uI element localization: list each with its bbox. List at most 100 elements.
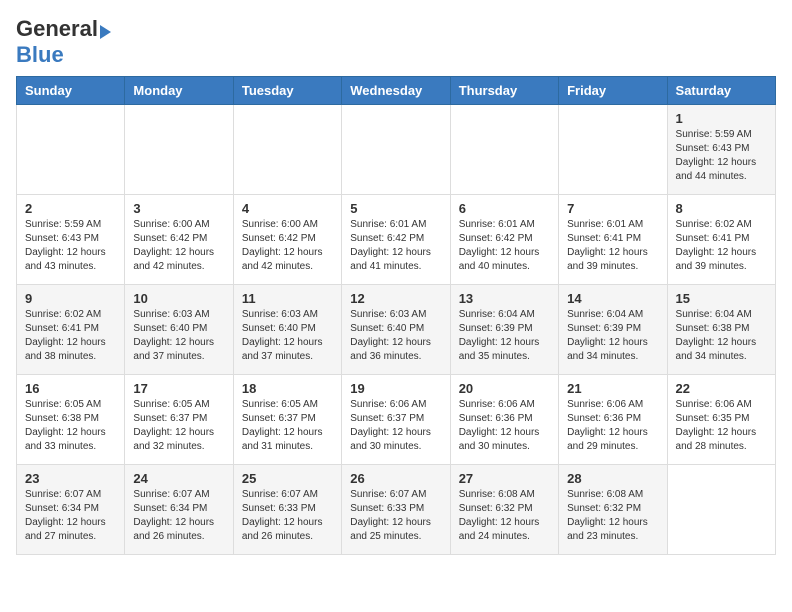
day-number: 1 [676, 111, 767, 126]
day-number: 3 [133, 201, 224, 216]
calendar-week-3: 9 Sunrise: 6:02 AM Sunset: 6:41 PM Daylig… [17, 285, 776, 375]
day-info: Sunrise: 6:05 AM Sunset: 6:37 PM Dayligh… [133, 398, 224, 454]
day-info: Sunrise: 6:08 AM Sunset: 6:32 PM Dayligh… [567, 488, 658, 544]
calendar-cell: 15 Sunrise: 6:04 AM Sunset: 6:38 PM Dayli… [667, 285, 775, 375]
calendar-week-5: 23 Sunrise: 6:07 AM Sunset: 6:34 PM Dayli… [17, 465, 776, 555]
day-number: 5 [350, 201, 441, 216]
logo-blue: Blue [16, 42, 64, 68]
day-number: 10 [133, 291, 224, 306]
day-info: Sunrise: 6:04 AM Sunset: 6:39 PM Dayligh… [459, 308, 550, 364]
day-info: Sunrise: 6:02 AM Sunset: 6:41 PM Dayligh… [25, 308, 116, 364]
calendar-cell [667, 465, 775, 555]
calendar-cell: 2 Sunrise: 5:59 AM Sunset: 6:43 PM Daylig… [17, 195, 125, 285]
day-info: Sunrise: 6:01 AM Sunset: 6:41 PM Dayligh… [567, 218, 658, 274]
calendar-cell: 21 Sunrise: 6:06 AM Sunset: 6:36 PM Dayli… [559, 375, 667, 465]
day-header-tuesday: Tuesday [233, 77, 341, 105]
day-number: 22 [676, 381, 767, 396]
day-number: 13 [459, 291, 550, 306]
calendar-cell: 27 Sunrise: 6:08 AM Sunset: 6:32 PM Dayli… [450, 465, 558, 555]
day-info: Sunrise: 6:06 AM Sunset: 6:36 PM Dayligh… [567, 398, 658, 454]
day-number: 26 [350, 471, 441, 486]
calendar-cell: 18 Sunrise: 6:05 AM Sunset: 6:37 PM Dayli… [233, 375, 341, 465]
day-info: Sunrise: 6:04 AM Sunset: 6:38 PM Dayligh… [676, 308, 767, 364]
calendar-cell [342, 105, 450, 195]
day-number: 9 [25, 291, 116, 306]
day-info: Sunrise: 6:06 AM Sunset: 6:37 PM Dayligh… [350, 398, 441, 454]
calendar-cell: 17 Sunrise: 6:05 AM Sunset: 6:37 PM Dayli… [125, 375, 233, 465]
day-info: Sunrise: 6:07 AM Sunset: 6:34 PM Dayligh… [25, 488, 116, 544]
calendar-cell: 11 Sunrise: 6:03 AM Sunset: 6:40 PM Dayli… [233, 285, 341, 375]
day-info: Sunrise: 6:07 AM Sunset: 6:33 PM Dayligh… [350, 488, 441, 544]
calendar-cell [233, 105, 341, 195]
logo-general: General [16, 16, 111, 42]
day-number: 8 [676, 201, 767, 216]
calendar-week-2: 2 Sunrise: 5:59 AM Sunset: 6:43 PM Daylig… [17, 195, 776, 285]
day-header-monday: Monday [125, 77, 233, 105]
day-number: 12 [350, 291, 441, 306]
day-header-wednesday: Wednesday [342, 77, 450, 105]
calendar-cell: 13 Sunrise: 6:04 AM Sunset: 6:39 PM Dayli… [450, 285, 558, 375]
calendar-cell [450, 105, 558, 195]
day-info: Sunrise: 6:01 AM Sunset: 6:42 PM Dayligh… [350, 218, 441, 274]
calendar-cell [125, 105, 233, 195]
day-info: Sunrise: 5:59 AM Sunset: 6:43 PM Dayligh… [25, 218, 116, 274]
day-info: Sunrise: 6:07 AM Sunset: 6:34 PM Dayligh… [133, 488, 224, 544]
calendar-cell: 20Sunrise: 6:06 AM Sunset: 6:36 PM Dayli… [450, 375, 558, 465]
day-number: 2 [25, 201, 116, 216]
day-header-saturday: Saturday [667, 77, 775, 105]
calendar-cell [17, 105, 125, 195]
calendar-cell: 16 Sunrise: 6:05 AM Sunset: 6:38 PM Dayli… [17, 375, 125, 465]
day-number: 28 [567, 471, 658, 486]
day-number: 15 [676, 291, 767, 306]
day-header-thursday: Thursday [450, 77, 558, 105]
calendar-cell: 14 Sunrise: 6:04 AM Sunset: 6:39 PM Dayli… [559, 285, 667, 375]
day-number: 11 [242, 291, 333, 306]
calendar-cell: 7 Sunrise: 6:01 AM Sunset: 6:41 PM Daylig… [559, 195, 667, 285]
calendar-cell [559, 105, 667, 195]
calendar-week-4: 16 Sunrise: 6:05 AM Sunset: 6:38 PM Dayli… [17, 375, 776, 465]
day-header-sunday: Sunday [17, 77, 125, 105]
calendar-cell: 19Sunrise: 6:06 AM Sunset: 6:37 PM Dayli… [342, 375, 450, 465]
calendar-cell: 23 Sunrise: 6:07 AM Sunset: 6:34 PM Dayli… [17, 465, 125, 555]
calendar-cell: 10 Sunrise: 6:03 AM Sunset: 6:40 PM Dayli… [125, 285, 233, 375]
day-header-friday: Friday [559, 77, 667, 105]
calendar-cell: 28 Sunrise: 6:08 AM Sunset: 6:32 PM Dayli… [559, 465, 667, 555]
day-number: 17 [133, 381, 224, 396]
calendar-cell: 1Sunrise: 5:59 AM Sunset: 6:43 PM Daylig… [667, 105, 775, 195]
calendar-header-row: SundayMondayTuesdayWednesdayThursdayFrid… [17, 77, 776, 105]
calendar-cell: 5 Sunrise: 6:01 AM Sunset: 6:42 PM Daylig… [342, 195, 450, 285]
calendar-cell: 12 Sunrise: 6:03 AM Sunset: 6:40 PM Dayli… [342, 285, 450, 375]
day-info: Sunrise: 6:01 AM Sunset: 6:42 PM Dayligh… [459, 218, 550, 274]
day-info: Sunrise: 6:03 AM Sunset: 6:40 PM Dayligh… [133, 308, 224, 364]
day-info: Sunrise: 6:05 AM Sunset: 6:38 PM Dayligh… [25, 398, 116, 454]
day-number: 24 [133, 471, 224, 486]
day-info: Sunrise: 6:03 AM Sunset: 6:40 PM Dayligh… [242, 308, 333, 364]
calendar-week-1: 1Sunrise: 5:59 AM Sunset: 6:43 PM Daylig… [17, 105, 776, 195]
day-number: 27 [459, 471, 550, 486]
calendar-cell: 25 Sunrise: 6:07 AM Sunset: 6:33 PM Dayli… [233, 465, 341, 555]
day-number: 18 [242, 381, 333, 396]
page-header: General Blue [16, 16, 776, 68]
day-info: Sunrise: 6:08 AM Sunset: 6:32 PM Dayligh… [459, 488, 550, 544]
day-number: 21 [567, 381, 658, 396]
day-number: 23 [25, 471, 116, 486]
calendar-table: SundayMondayTuesdayWednesdayThursdayFrid… [16, 76, 776, 555]
day-number: 14 [567, 291, 658, 306]
day-info: Sunrise: 6:05 AM Sunset: 6:37 PM Dayligh… [242, 398, 333, 454]
calendar-cell: 6 Sunrise: 6:01 AM Sunset: 6:42 PM Daylig… [450, 195, 558, 285]
day-number: 25 [242, 471, 333, 486]
day-number: 6 [459, 201, 550, 216]
day-info: Sunrise: 6:03 AM Sunset: 6:40 PM Dayligh… [350, 308, 441, 364]
day-info: Sunrise: 6:00 AM Sunset: 6:42 PM Dayligh… [133, 218, 224, 274]
day-info: Sunrise: 6:04 AM Sunset: 6:39 PM Dayligh… [567, 308, 658, 364]
day-info: Sunrise: 6:07 AM Sunset: 6:33 PM Dayligh… [242, 488, 333, 544]
calendar-cell: 8Sunrise: 6:02 AM Sunset: 6:41 PM Daylig… [667, 195, 775, 285]
day-info: Sunrise: 6:00 AM Sunset: 6:42 PM Dayligh… [242, 218, 333, 274]
day-number: 4 [242, 201, 333, 216]
day-number: 16 [25, 381, 116, 396]
calendar-cell: 22 Sunrise: 6:06 AM Sunset: 6:35 PM Dayli… [667, 375, 775, 465]
day-info: Sunrise: 6:06 AM Sunset: 6:35 PM Dayligh… [676, 398, 767, 454]
logo: General Blue [16, 16, 111, 68]
calendar-cell: 3 Sunrise: 6:00 AM Sunset: 6:42 PM Daylig… [125, 195, 233, 285]
day-number: 7 [567, 201, 658, 216]
